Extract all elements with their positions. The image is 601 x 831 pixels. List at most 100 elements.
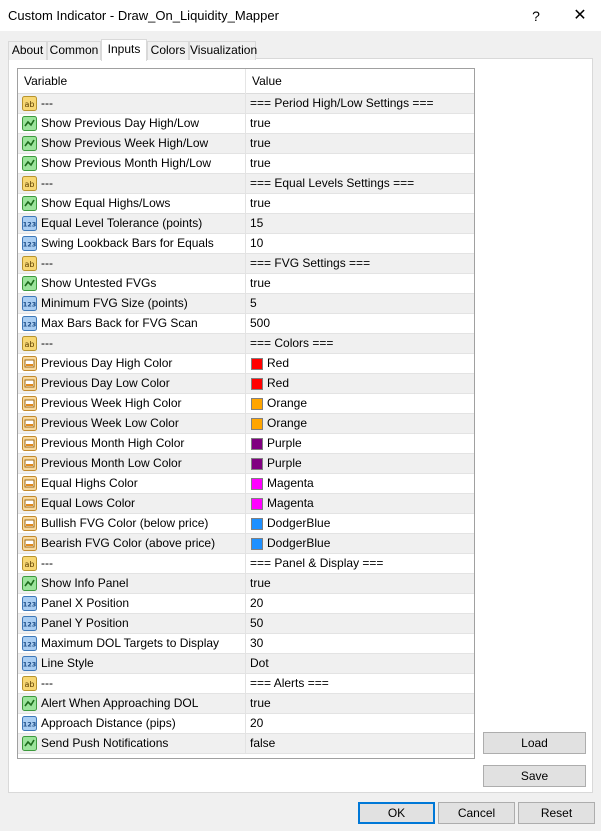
variable-cell[interactable]: Show Previous Month High/Low	[18, 154, 246, 173]
table-row[interactable]: Show Info Panel true	[18, 574, 474, 594]
variable-cell[interactable]: ab ---	[18, 254, 246, 273]
variable-cell[interactable]: 123 Panel Y Position	[18, 614, 246, 633]
variable-cell[interactable]: Show Info Panel	[18, 574, 246, 593]
value-cell[interactable]: true	[246, 114, 474, 133]
variable-cell[interactable]: Send Push Notifications	[18, 734, 246, 753]
variable-cell[interactable]: Show Previous Week High/Low	[18, 134, 246, 153]
value-cell[interactable]: DodgerBlue	[246, 514, 474, 533]
table-row[interactable]: Show Equal Highs/Lows true	[18, 194, 474, 214]
color-swatch[interactable]	[251, 358, 263, 370]
load-button[interactable]: Load	[483, 732, 586, 754]
value-cell[interactable]: 20	[246, 594, 474, 613]
color-swatch[interactable]	[251, 518, 263, 530]
variable-cell[interactable]: 123 Minimum FVG Size (points)	[18, 294, 246, 313]
table-row[interactable]: 123 Swing Lookback Bars for Equals 10	[18, 234, 474, 254]
color-swatch[interactable]	[251, 378, 263, 390]
variable-cell[interactable]: 123 Equal Level Tolerance (points)	[18, 214, 246, 233]
value-cell[interactable]: Orange	[246, 414, 474, 433]
table-row[interactable]: Previous Month High Color Purple	[18, 434, 474, 454]
variable-cell[interactable]: Show Untested FVGs	[18, 274, 246, 293]
table-row[interactable]: 123 Panel Y Position 50	[18, 614, 474, 634]
table-row[interactable]: 123 Line Style Dot	[18, 654, 474, 674]
variable-cell[interactable]: ab ---	[18, 334, 246, 353]
close-icon[interactable]: ✕	[562, 4, 598, 28]
value-cell[interactable]: 50	[246, 614, 474, 633]
table-row[interactable]: ab --- === Colors ===	[18, 334, 474, 354]
value-cell[interactable]: 30	[246, 634, 474, 653]
value-cell[interactable]: Orange	[246, 394, 474, 413]
variable-cell[interactable]: Previous Month Low Color	[18, 454, 246, 473]
variable-cell[interactable]: 123 Panel X Position	[18, 594, 246, 613]
table-row[interactable]: ab --- === Period High/Low Settings ===	[18, 94, 474, 114]
variable-cell[interactable]: Alert When Approaching DOL	[18, 694, 246, 713]
value-cell[interactable]: true	[246, 274, 474, 293]
value-cell[interactable]: Red	[246, 354, 474, 373]
value-cell[interactable]: true	[246, 694, 474, 713]
table-row[interactable]: Send Push Notifications false	[18, 734, 474, 754]
variable-cell[interactable]: ab ---	[18, 174, 246, 193]
reset-button[interactable]: Reset	[518, 802, 595, 824]
variable-cell[interactable]: Previous Day High Color	[18, 354, 246, 373]
color-swatch[interactable]	[251, 438, 263, 450]
tab-visualization[interactable]: Visualization	[189, 41, 257, 60]
table-row[interactable]: ab --- === Equal Levels Settings ===	[18, 174, 474, 194]
table-row[interactable]: Previous Week Low Color Orange	[18, 414, 474, 434]
variable-cell[interactable]: Bearish FVG Color (above price)	[18, 534, 246, 553]
value-cell[interactable]: Dot	[246, 654, 474, 673]
table-row[interactable]: Equal Highs Color Magenta	[18, 474, 474, 494]
value-cell[interactable]: 10	[246, 234, 474, 253]
tab-inputs[interactable]: Inputs	[101, 39, 147, 61]
table-row[interactable]: Bullish FVG Color (below price) DodgerBlu…	[18, 514, 474, 534]
variable-cell[interactable]: ab ---	[18, 554, 246, 573]
value-cell[interactable]: Red	[246, 374, 474, 393]
variable-cell[interactable]: Previous Week Low Color	[18, 414, 246, 433]
value-cell[interactable]: Magenta	[246, 494, 474, 513]
value-cell[interactable]: === Panel & Display ===	[246, 554, 474, 573]
variable-cell[interactable]: Previous Week High Color	[18, 394, 246, 413]
value-cell[interactable]: Purple	[246, 454, 474, 473]
table-row[interactable]: Show Untested FVGs true	[18, 274, 474, 294]
color-swatch[interactable]	[251, 478, 263, 490]
value-cell[interactable]: === FVG Settings ===	[246, 254, 474, 273]
cancel-button[interactable]: Cancel	[438, 802, 515, 824]
value-cell[interactable]: DodgerBlue	[246, 534, 474, 553]
table-row[interactable]: 123 Max Bars Back for FVG Scan 500	[18, 314, 474, 334]
table-row[interactable]: Show Previous Month High/Low true	[18, 154, 474, 174]
variable-cell[interactable]: Equal Lows Color	[18, 494, 246, 513]
table-row[interactable]: 123 Maximum DOL Targets to Display 30	[18, 634, 474, 654]
color-swatch[interactable]	[251, 538, 263, 550]
value-cell[interactable]: === Alerts ===	[246, 674, 474, 693]
variable-cell[interactable]: 123 Approach Distance (pips)	[18, 714, 246, 733]
color-swatch[interactable]	[251, 458, 263, 470]
table-row[interactable]: Previous Day High Color Red	[18, 354, 474, 374]
color-swatch[interactable]	[251, 498, 263, 510]
table-row[interactable]: Previous Week High Color Orange	[18, 394, 474, 414]
table-row[interactable]: Equal Lows Color Magenta	[18, 494, 474, 514]
value-cell[interactable]: true	[246, 134, 474, 153]
table-row[interactable]: 123 Equal Level Tolerance (points) 15	[18, 214, 474, 234]
value-cell[interactable]: Magenta	[246, 474, 474, 493]
tab-colors[interactable]: Colors	[147, 41, 189, 60]
variable-cell[interactable]: Show Equal Highs/Lows	[18, 194, 246, 213]
color-swatch[interactable]	[251, 418, 263, 430]
variable-cell[interactable]: ab ---	[18, 674, 246, 693]
value-cell[interactable]: Purple	[246, 434, 474, 453]
value-cell[interactable]: false	[246, 734, 474, 753]
help-icon[interactable]: ?	[518, 4, 554, 28]
table-row[interactable]: Bearish FVG Color (above price) DodgerBlu…	[18, 534, 474, 554]
value-cell[interactable]: 500	[246, 314, 474, 333]
value-cell[interactable]: 15	[246, 214, 474, 233]
tab-common[interactable]: Common	[47, 41, 101, 60]
table-row[interactable]: Previous Day Low Color Red	[18, 374, 474, 394]
table-row[interactable]: ab --- === Panel & Display ===	[18, 554, 474, 574]
table-row[interactable]: 123 Panel X Position 20	[18, 594, 474, 614]
value-cell[interactable]: 20	[246, 714, 474, 733]
table-row[interactable]: Show Previous Day High/Low true	[18, 114, 474, 134]
value-cell[interactable]: true	[246, 154, 474, 173]
variable-cell[interactable]: Previous Month High Color	[18, 434, 246, 453]
value-cell[interactable]: 5	[246, 294, 474, 313]
column-header-variable[interactable]: Variable	[18, 69, 246, 94]
table-row[interactable]: Previous Month Low Color Purple	[18, 454, 474, 474]
variable-cell[interactable]: Bullish FVG Color (below price)	[18, 514, 246, 533]
variable-cell[interactable]: 123 Maximum DOL Targets to Display	[18, 634, 246, 653]
